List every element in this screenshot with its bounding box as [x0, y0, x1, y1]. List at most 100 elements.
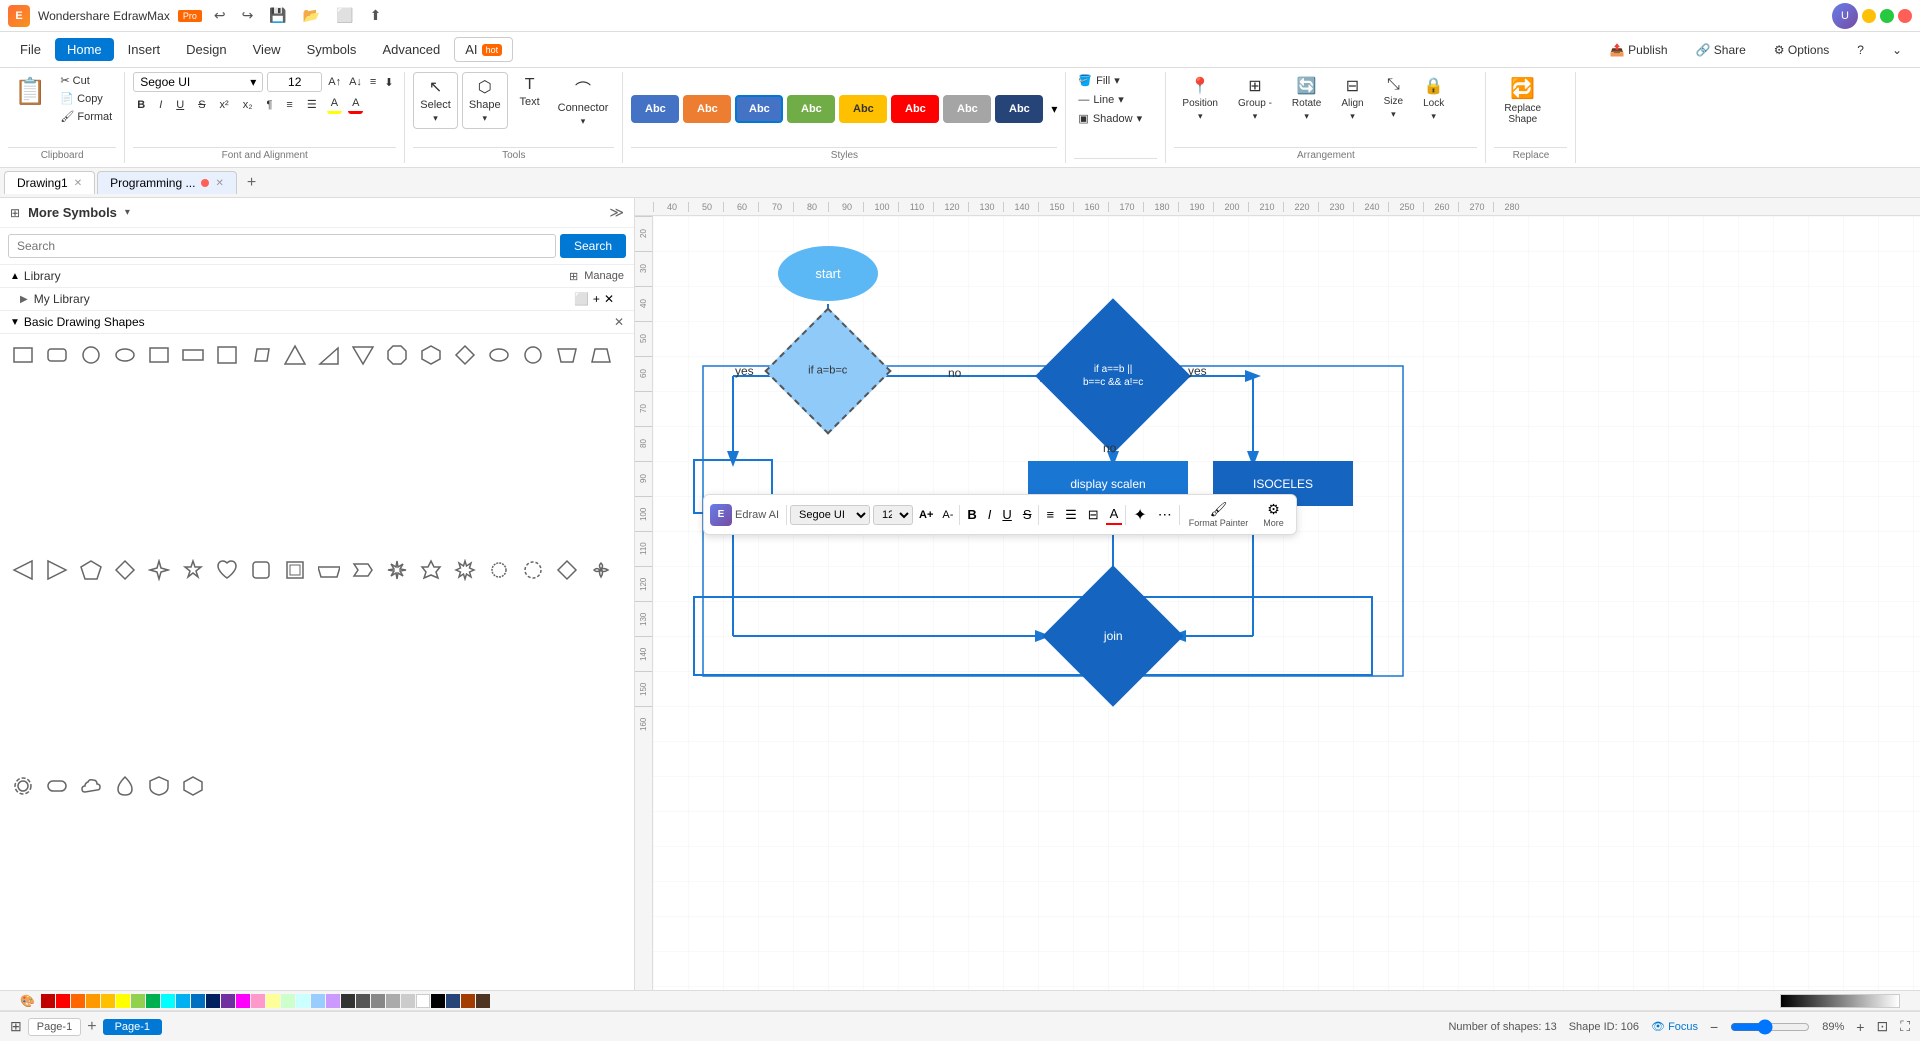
- focus-btn[interactable]: 👁 Focus: [1651, 1020, 1698, 1033]
- shape-starburst[interactable]: [382, 555, 412, 585]
- position-btn[interactable]: 📍 Position ▾: [1174, 72, 1226, 126]
- help-btn[interactable]: ?: [1847, 39, 1874, 61]
- shape-star8[interactable]: [450, 555, 480, 585]
- ft-bold-btn[interactable]: B: [963, 505, 980, 524]
- color-swatch[interactable]: [446, 994, 460, 1008]
- shapes-expand-icon[interactable]: ▼: [10, 317, 20, 328]
- color-swatch[interactable]: [71, 994, 85, 1008]
- shape-gear[interactable]: [8, 771, 38, 801]
- shape-wide-trap[interactable]: [314, 555, 344, 585]
- zoom-slider[interactable]: [1730, 1019, 1810, 1035]
- options-btn[interactable]: ⚙ Options: [1764, 39, 1839, 61]
- style-chip-4[interactable]: Abc: [839, 95, 887, 123]
- edraw-ai-logo[interactable]: E: [710, 504, 732, 526]
- ft-format-painter-btn[interactable]: 🖌 Format Painter: [1183, 499, 1255, 530]
- color-swatch[interactable]: [371, 994, 385, 1008]
- menu-advanced[interactable]: Advanced: [370, 38, 452, 61]
- color-swatch[interactable]: [296, 994, 310, 1008]
- search-btn[interactable]: Search: [560, 234, 626, 258]
- ft-increase-icon[interactable]: A+: [916, 507, 936, 523]
- shape-diamond3[interactable]: [178, 771, 208, 801]
- maximize-btn[interactable]: [1880, 9, 1894, 23]
- decrease-font-btn[interactable]: A↓: [347, 74, 364, 90]
- expand-font-btn[interactable]: ⬇: [382, 74, 395, 91]
- color-swatch[interactable]: [131, 994, 145, 1008]
- shape-triangle[interactable]: [280, 340, 310, 370]
- ft-font-color-btn[interactable]: A: [1106, 504, 1123, 525]
- menu-symbols[interactable]: Symbols: [295, 38, 369, 61]
- color-swatch[interactable]: [206, 994, 220, 1008]
- shape-cloud[interactable]: [76, 771, 106, 801]
- my-lib-expand-icon[interactable]: ⬜: [574, 292, 589, 306]
- color-swatch[interactable]: [176, 994, 190, 1008]
- shape-chevron-r[interactable]: [348, 555, 378, 585]
- share-menu-btn[interactable]: 🔗 Share: [1686, 39, 1756, 61]
- shape-circle-2[interactable]: [518, 340, 548, 370]
- save-btn[interactable]: 💾: [265, 5, 290, 26]
- font-color-btn[interactable]: A: [348, 95, 363, 114]
- shapes-close-icon[interactable]: ✕: [614, 315, 624, 329]
- color-swatch[interactable]: [191, 994, 205, 1008]
- more-options-btn[interactable]: ⌄: [1882, 39, 1912, 61]
- subscript-btn[interactable]: x₂: [239, 97, 257, 113]
- open-btn[interactable]: 📂: [299, 5, 324, 26]
- shape-rectangle[interactable]: [8, 340, 38, 370]
- shape-circle[interactable]: [76, 340, 106, 370]
- shape-octagon[interactable]: [382, 340, 412, 370]
- redo-btn[interactable]: ↪: [238, 5, 258, 26]
- color-swatch[interactable]: [161, 994, 175, 1008]
- zoom-in-btn[interactable]: +: [1856, 1019, 1864, 1035]
- select-btn[interactable]: ↖ Select ▾: [413, 72, 458, 129]
- ft-underline-btn[interactable]: U: [998, 505, 1015, 524]
- fill-btn[interactable]: 🪣 Fill ▾: [1074, 72, 1123, 89]
- ft-strike-btn[interactable]: S: [1019, 505, 1036, 524]
- share-btn[interactable]: ⬆: [366, 5, 386, 26]
- shadow-btn[interactable]: ▣ Shadow ▾: [1074, 110, 1146, 127]
- replace-shape-btn[interactable]: 🔁 ReplaceShape: [1494, 72, 1551, 129]
- page-select[interactable]: Page-1: [28, 1018, 81, 1036]
- drawing1-close-icon[interactable]: ✕: [74, 178, 82, 189]
- shape-ring[interactable]: [518, 555, 548, 585]
- diamond-if-abc[interactable]: if a=b=c: [773, 336, 883, 406]
- bold-btn[interactable]: B: [133, 97, 149, 113]
- panel-collapse-btn[interactable]: ≫: [609, 204, 624, 221]
- shape-diamond[interactable]: [450, 340, 480, 370]
- diamond-if-aab[interactable]: if a==b ||b==c && a!=c: [1043, 326, 1183, 426]
- ft-list2-btn[interactable]: ☰: [1061, 505, 1081, 525]
- style-chip-0[interactable]: Abc: [631, 95, 679, 123]
- text-align-btn[interactable]: ≡: [368, 74, 378, 90]
- shape-star4[interactable]: [144, 555, 174, 585]
- bullet-btn[interactable]: ≡: [282, 97, 296, 113]
- fit-screen-btn[interactable]: ⊡: [1876, 1018, 1888, 1035]
- my-library-item[interactable]: ▶ My Library ⬜ + ✕: [0, 288, 634, 310]
- add-tab-btn[interactable]: +: [239, 172, 264, 194]
- zoom-out-btn[interactable]: −: [1710, 1019, 1718, 1035]
- join-diamond[interactable]: join: [1043, 586, 1183, 686]
- drawing1-tab[interactable]: Drawing1 ✕: [4, 171, 95, 194]
- ft-more-icon[interactable]: ⋯: [1154, 504, 1176, 525]
- color-swatch[interactable]: [56, 994, 70, 1008]
- shape-rhombus[interactable]: [110, 555, 140, 585]
- color-swatch[interactable]: [266, 994, 280, 1008]
- color-swatch[interactable]: [221, 994, 235, 1008]
- menu-ai[interactable]: AI hot: [454, 37, 513, 62]
- style-chip-7[interactable]: Abc: [995, 95, 1043, 123]
- minimize-btn[interactable]: [1862, 9, 1876, 23]
- shape-triLeft[interactable]: [42, 555, 72, 585]
- shape-parallelogram[interactable]: [246, 340, 276, 370]
- color-swatch[interactable]: [146, 994, 160, 1008]
- paragraph-btn[interactable]: ¶: [263, 97, 277, 113]
- color-swatch[interactable]: [401, 994, 415, 1008]
- style-chip-5[interactable]: Abc: [891, 95, 939, 123]
- paste-btn[interactable]: 📋: [8, 72, 52, 111]
- numbering-btn[interactable]: ☰: [303, 96, 321, 113]
- shape-wide-rect[interactable]: [178, 340, 208, 370]
- ft-font-selector[interactable]: Segoe UI: [790, 505, 870, 525]
- menu-view[interactable]: View: [241, 38, 293, 61]
- shape-shield[interactable]: [144, 771, 174, 801]
- ft-magic-btn[interactable]: ✦: [1129, 503, 1150, 527]
- shape-triRight[interactable]: [8, 555, 38, 585]
- shape-rounded-sq[interactable]: [246, 555, 276, 585]
- color-swatch[interactable]: [101, 994, 115, 1008]
- shape-star5[interactable]: [178, 555, 208, 585]
